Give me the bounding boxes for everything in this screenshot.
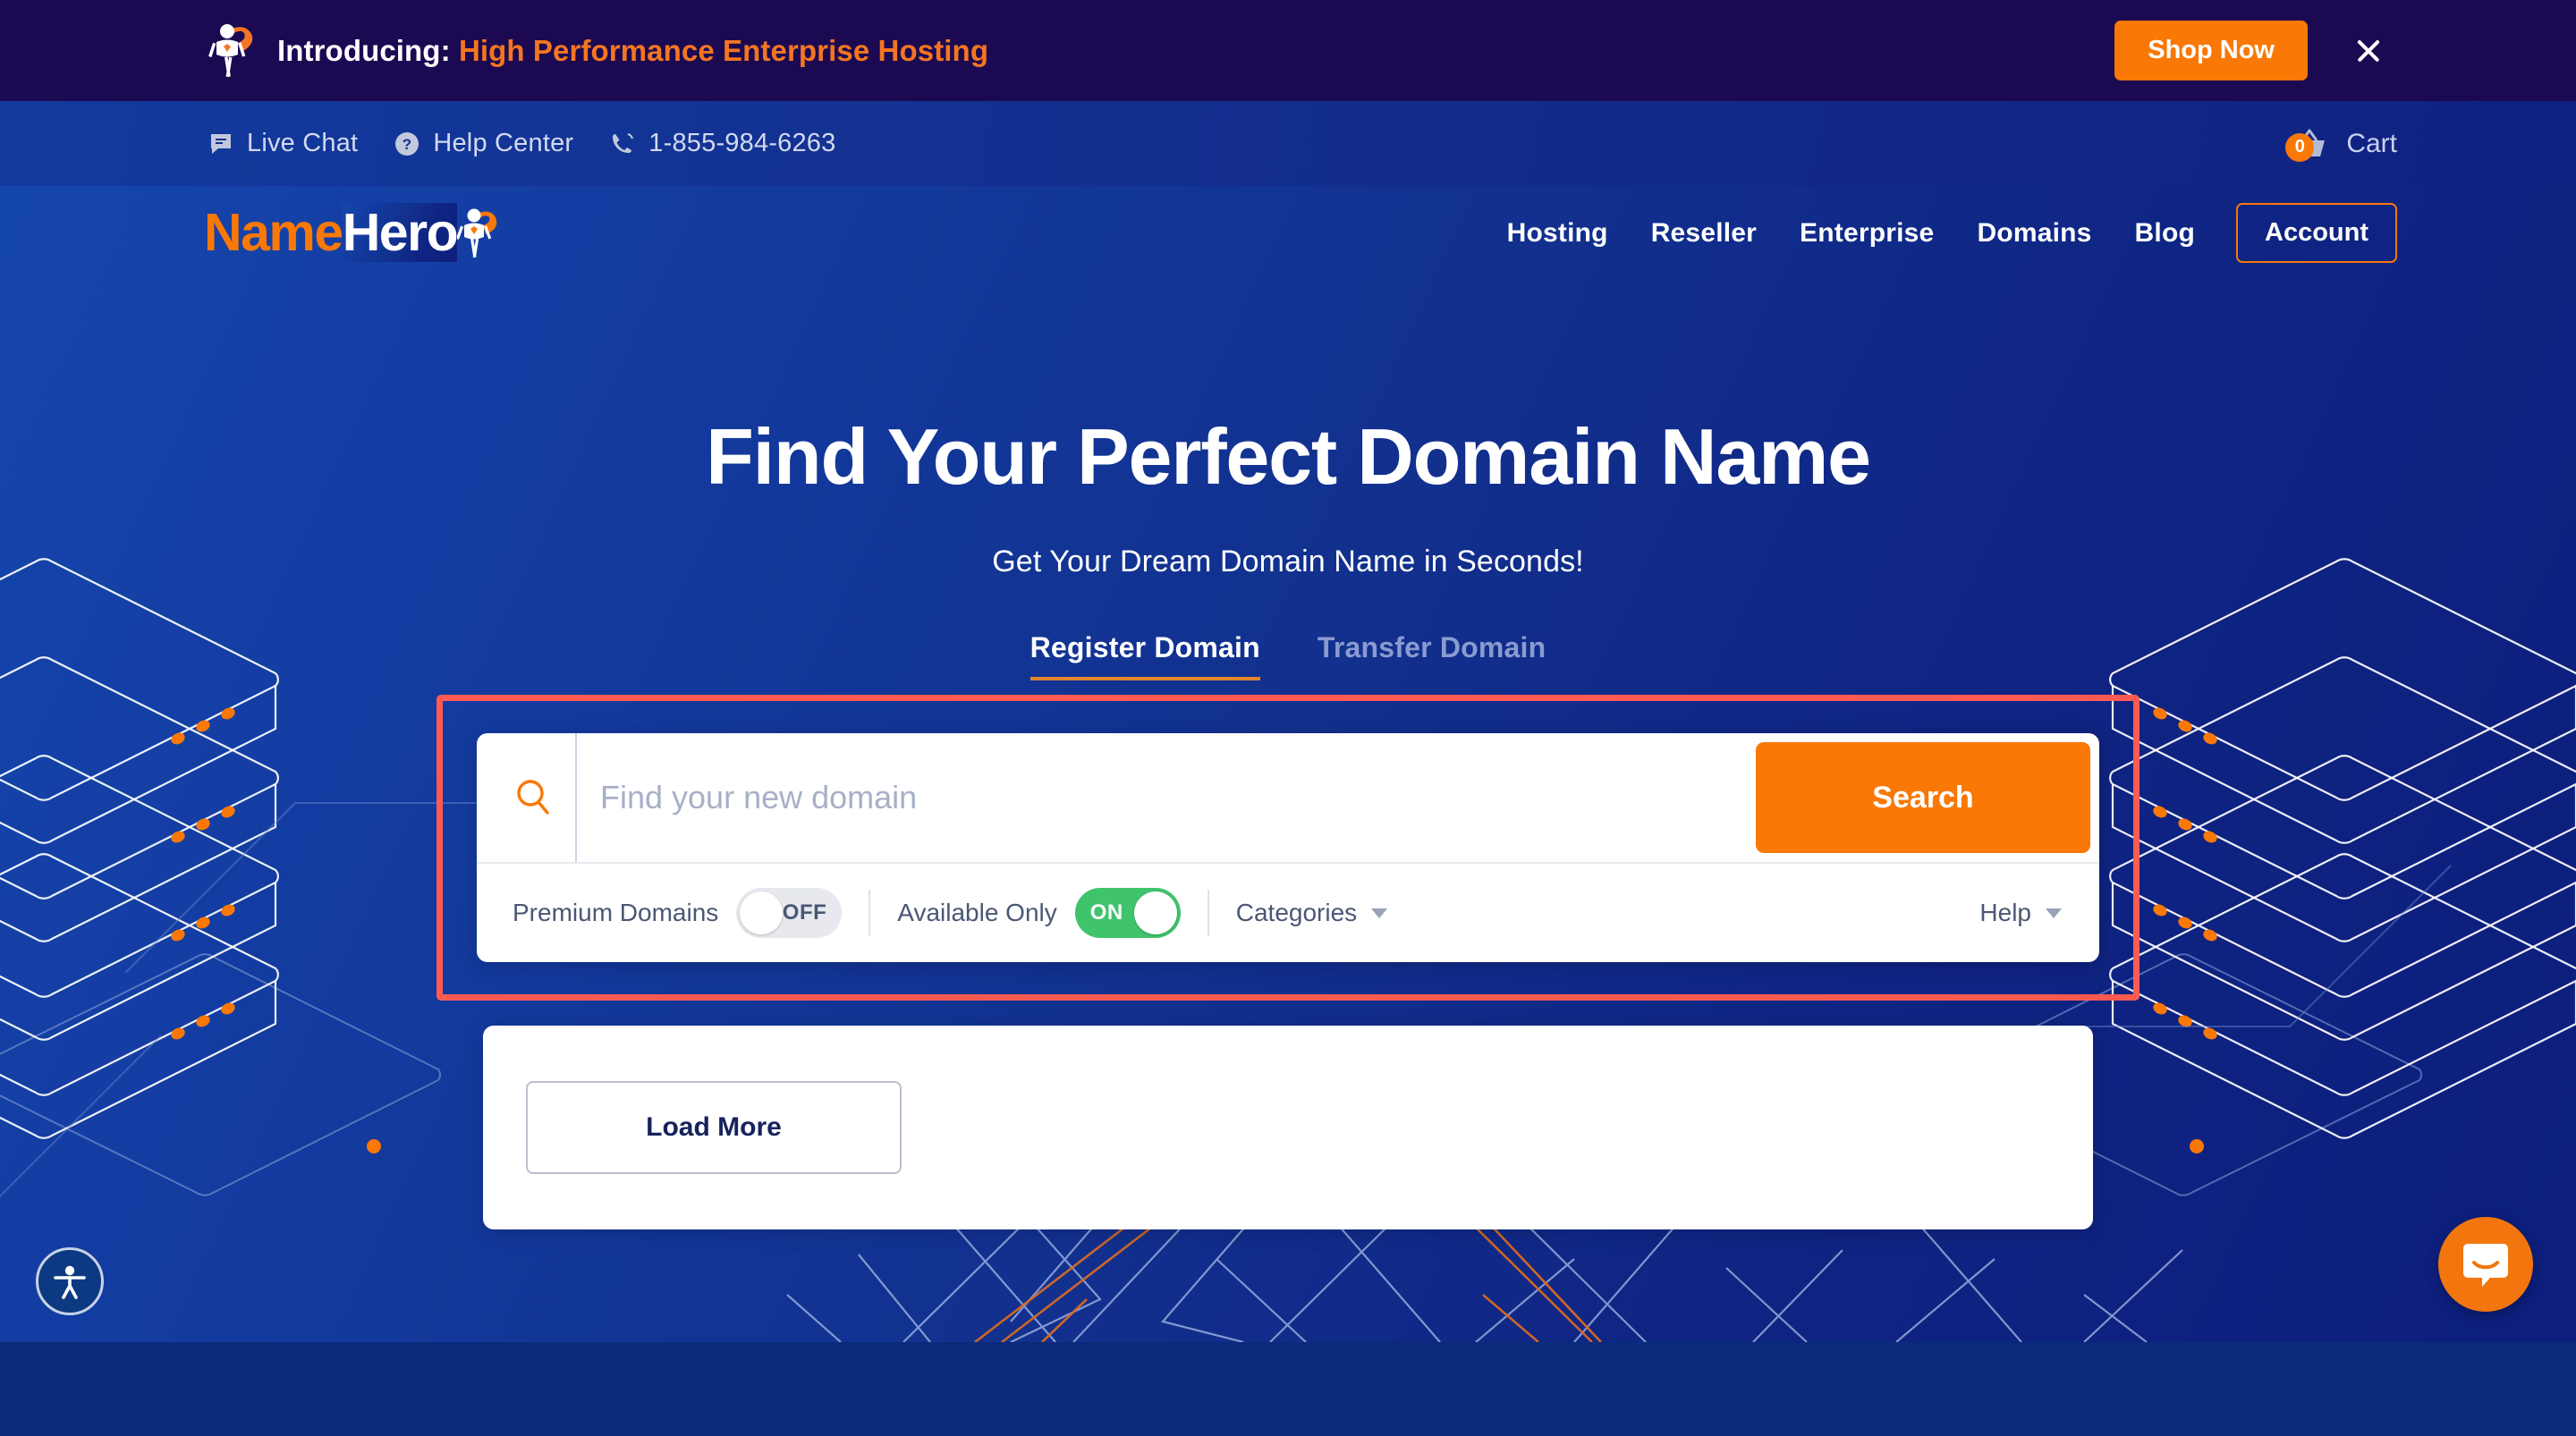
- option-divider: [1207, 890, 1209, 937]
- nav-item-enterprise[interactable]: Enterprise: [1778, 218, 1955, 249]
- main-navigation: Hosting Reseller Enterprise Domains Blog…: [1486, 203, 2397, 263]
- tab-transfer-domain[interactable]: Transfer Domain: [1318, 631, 1546, 680]
- close-icon[interactable]: [2349, 31, 2388, 71]
- available-only-option: Available Only ON: [897, 888, 1207, 939]
- chat-widget-button[interactable]: [2438, 1217, 2533, 1312]
- page-subtitle: Get Your Dream Domain Name in Seconds!: [992, 545, 1584, 579]
- shop-now-button[interactable]: Shop Now: [2114, 21, 2308, 80]
- chevron-down-icon: [2046, 908, 2062, 918]
- live-chat-label: Live Chat: [247, 129, 359, 157]
- logo-hero-part: Hero: [342, 203, 459, 262]
- chat-bubble-icon: [211, 133, 231, 154]
- toggle-knob: [1133, 891, 1177, 935]
- search-options-bar: Premium Domains OFF Available Only ON Ca…: [477, 862, 2099, 962]
- premium-domains-state: OFF: [782, 900, 827, 925]
- available-only-toggle[interactable]: ON: [1074, 888, 1181, 939]
- chevron-down-icon: [1371, 908, 1388, 918]
- nav-item-reseller[interactable]: Reseller: [1630, 218, 1778, 249]
- account-button[interactable]: Account: [2236, 203, 2397, 263]
- categories-label: Categories: [1235, 899, 1358, 927]
- utility-bar: Live Chat ? Help Center 1-855-984-6263 0…: [0, 101, 2576, 186]
- option-divider: [869, 890, 871, 937]
- load-more-button[interactable]: Load More: [526, 1081, 902, 1175]
- svg-text:?: ?: [402, 136, 411, 153]
- categories-dropdown[interactable]: Categories: [1235, 899, 1388, 927]
- live-chat-link[interactable]: Live Chat: [208, 129, 358, 158]
- premium-domains-label: Premium Domains: [513, 899, 719, 927]
- superhero-mascot-icon: [208, 23, 253, 77]
- help-center-link[interactable]: ? Help Center: [394, 129, 573, 158]
- nav-item-blog[interactable]: Blog: [2114, 218, 2216, 249]
- tab-register-domain[interactable]: Register Domain: [1030, 631, 1260, 681]
- intercom-chat-icon: [2463, 1244, 2508, 1287]
- site-header: NameHero Hosting Reseller Enterprise Dom…: [0, 186, 2576, 280]
- question-circle-icon: ?: [395, 131, 419, 156]
- cart-count-badge: 0: [2285, 132, 2315, 162]
- phone-number-label: 1-855-984-6263: [648, 129, 836, 157]
- cart-label: Cart: [2346, 128, 2397, 158]
- promo-highlight-label: High Performance Enterprise Hosting: [458, 33, 989, 67]
- phone-link[interactable]: 1-855-984-6263: [609, 129, 835, 158]
- nav-item-domains[interactable]: Domains: [1955, 218, 2113, 249]
- accessibility-icon: [54, 1265, 86, 1299]
- domain-action-tabs: Register Domain Transfer Domain: [0, 631, 2576, 681]
- promo-banner: Introducing: High Performance Enterprise…: [0, 0, 2576, 101]
- search-results-card: Load More: [483, 1026, 2093, 1230]
- promo-banner-message: Introducing: High Performance Enterprise…: [204, 21, 988, 80]
- promo-banner-text: Introducing: High Performance Enterprise…: [277, 34, 988, 68]
- help-center-label: Help Center: [433, 129, 574, 157]
- cart-link[interactable]: 0 Cart: [2285, 126, 2397, 162]
- search-icon: [517, 780, 549, 815]
- available-only-state: ON: [1089, 900, 1123, 925]
- hero-section: NameHero Hosting Reseller Enterprise Dom…: [0, 186, 2576, 1342]
- domain-search-highlight: Search Premium Domains OFF Available Onl…: [436, 695, 2140, 1001]
- phone-icon: [613, 132, 634, 153]
- search-input[interactable]: [575, 733, 1756, 863]
- premium-domains-toggle[interactable]: OFF: [736, 888, 843, 939]
- premium-domains-option: Premium Domains OFF: [513, 888, 869, 939]
- help-label: Help: [1979, 899, 2031, 927]
- accessibility-button[interactable]: [36, 1247, 104, 1315]
- domain-search-card: Search Premium Domains OFF Available Onl…: [477, 733, 2099, 963]
- superhero-logo-icon: [456, 208, 497, 258]
- promo-intro-label: Introducing:: [277, 33, 451, 67]
- search-button[interactable]: Search: [1756, 742, 2090, 854]
- logo[interactable]: NameHero: [204, 203, 500, 262]
- logo-name-part: Name: [204, 203, 343, 262]
- nav-item-hosting[interactable]: Hosting: [1486, 218, 1630, 249]
- page-title: Find Your Perfect Domain Name: [706, 412, 1871, 501]
- available-only-label: Available Only: [897, 899, 1057, 927]
- help-dropdown[interactable]: Help: [1979, 899, 2062, 927]
